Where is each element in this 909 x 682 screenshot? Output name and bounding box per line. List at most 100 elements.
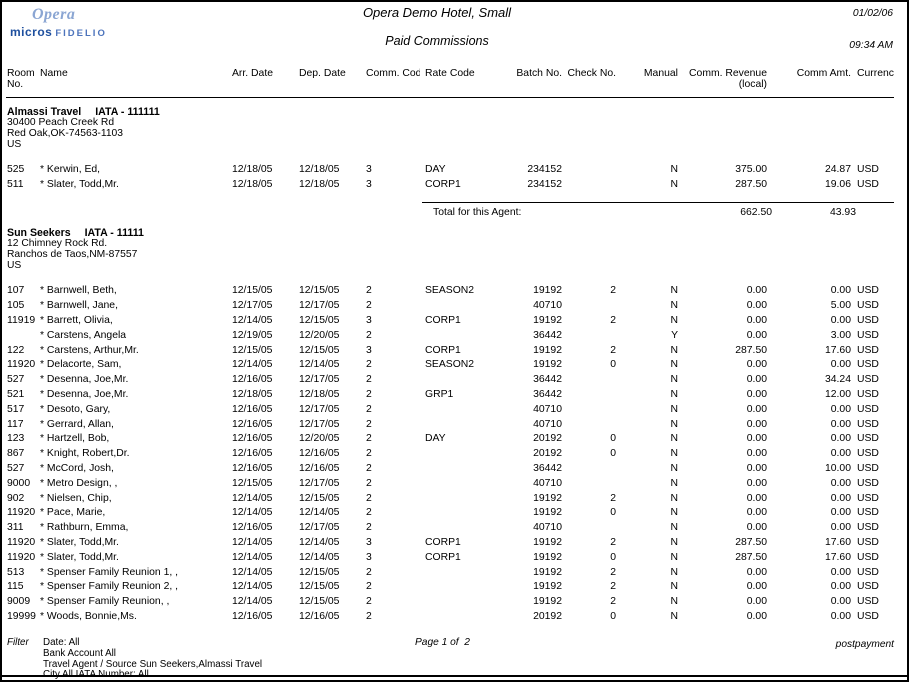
cell-arr-date: 12/14/05 xyxy=(229,358,299,373)
agent-section: Sun SeekersIATA - 1111112 Chimney Rock R… xyxy=(7,227,894,625)
cell-dep-date: 12/16/05 xyxy=(299,462,362,477)
cell-currency: USD xyxy=(851,329,894,344)
cell-guest-name: * Slater, Todd,Mr. xyxy=(40,536,229,551)
cell-comm-revenue: 0.00 xyxy=(682,373,767,388)
cell-dep-date: 12/17/05 xyxy=(299,418,362,433)
cell-rate-code xyxy=(420,521,513,536)
cell-manual-flag: N xyxy=(621,178,682,193)
cell-comm-revenue: 0.00 xyxy=(682,418,767,433)
cell-comm-amount: 0.00 xyxy=(767,418,851,433)
cell-currency: USD xyxy=(851,521,894,536)
cell-currency: USD xyxy=(851,506,894,521)
cell-comm-amount: 34.24 xyxy=(767,373,851,388)
cell-manual-flag: N xyxy=(621,403,682,418)
cell-comm-code: 2 xyxy=(362,447,420,462)
cell-manual-flag: N xyxy=(621,536,682,551)
cell-room-no: 117 xyxy=(7,418,40,433)
cell-comm-amount: 0.00 xyxy=(767,284,851,299)
cell-guest-name: * Gerrard, Allan, xyxy=(40,418,229,433)
cell-comm-code: 2 xyxy=(362,610,420,625)
cell-batch-no: 40710 xyxy=(513,521,565,536)
cell-rate-code xyxy=(420,580,513,595)
cell-batch-no: 19192 xyxy=(513,595,565,610)
cell-manual-flag: N xyxy=(621,521,682,536)
commission-row: 105* Barnwell, Jane,12/17/0512/17/052407… xyxy=(7,299,894,314)
cell-comm-amount: 5.00 xyxy=(767,299,851,314)
cell-arr-date: 12/14/05 xyxy=(229,536,299,551)
cell-guest-name: * Pace, Marie, xyxy=(40,506,229,521)
cell-comm-revenue: 0.00 xyxy=(682,580,767,595)
filter-label: Filter xyxy=(7,638,29,649)
cell-dep-date: 12/15/05 xyxy=(299,580,362,595)
cell-comm-amount: 0.00 xyxy=(767,447,851,462)
cell-guest-name: * Hartzell, Bob, xyxy=(40,432,229,447)
cell-room-no: 122 xyxy=(7,344,40,359)
col-header-comm-code: Comm. Code xyxy=(362,68,420,90)
cell-manual-flag: N xyxy=(621,447,682,462)
cell-check-no: 2 xyxy=(565,492,621,507)
cell-room-no: 902 xyxy=(7,492,40,507)
cell-manual-flag: N xyxy=(621,566,682,581)
cell-dep-date: 12/17/05 xyxy=(299,403,362,418)
cell-manual-flag: N xyxy=(621,492,682,507)
column-headers: Room No. Name Arr. Date Dep. Date Comm. … xyxy=(7,68,894,90)
cell-arr-date: 12/14/05 xyxy=(229,595,299,610)
agent-section: Almassi TravelIATA - 11111130400 Peach C… xyxy=(7,106,894,219)
cell-dep-date: 12/14/05 xyxy=(299,551,362,566)
cell-room-no: 867 xyxy=(7,447,40,462)
cell-check-no: 2 xyxy=(565,284,621,299)
cell-arr-date: 12/14/05 xyxy=(229,551,299,566)
cell-comm-code: 3 xyxy=(362,163,420,178)
cell-rate-code: CORP1 xyxy=(420,344,513,359)
cell-guest-name: * Nielsen, Chip, xyxy=(40,492,229,507)
cell-comm-amount: 0.00 xyxy=(767,403,851,418)
cell-check-no xyxy=(565,373,621,388)
cell-comm-revenue: 287.50 xyxy=(682,536,767,551)
cell-guest-name: * Kerwin, Ed, xyxy=(40,163,229,178)
cell-arr-date: 12/16/05 xyxy=(229,418,299,433)
cell-batch-no: 19192 xyxy=(513,536,565,551)
cell-rate-code: DAY xyxy=(420,163,513,178)
cell-comm-code: 2 xyxy=(362,358,420,373)
report-subtitle: Paid Commissions xyxy=(2,34,872,48)
agent-title: Sun SeekersIATA - 11111 xyxy=(7,227,894,239)
cell-batch-no: 234152 xyxy=(513,178,565,193)
cell-comm-revenue: 0.00 xyxy=(682,506,767,521)
cell-dep-date: 12/14/05 xyxy=(299,536,362,551)
cell-currency: USD xyxy=(851,447,894,462)
cell-room-no: 19999 xyxy=(7,610,40,625)
cell-guest-name: * Desenna, Joe,Mr. xyxy=(40,388,229,403)
report-table: Almassi TravelIATA - 11111130400 Peach C… xyxy=(7,98,894,625)
cell-batch-no: 234152 xyxy=(513,163,565,178)
cell-manual-flag: N xyxy=(621,163,682,178)
cell-room-no: 11919 xyxy=(7,314,40,329)
cell-room-no: 9000 xyxy=(7,477,40,492)
cell-arr-date: 12/15/05 xyxy=(229,477,299,492)
cell-currency: USD xyxy=(851,178,894,193)
cell-comm-revenue: 0.00 xyxy=(682,299,767,314)
cell-dep-date: 12/17/05 xyxy=(299,373,362,388)
cell-room-no: 105 xyxy=(7,299,40,314)
cell-dep-date: 12/15/05 xyxy=(299,566,362,581)
cell-currency: USD xyxy=(851,595,894,610)
cell-comm-amount: 0.00 xyxy=(767,358,851,373)
agent-title: Almassi TravelIATA - 111111 xyxy=(7,106,894,118)
cell-comm-amount: 0.00 xyxy=(767,506,851,521)
cell-comm-revenue: 0.00 xyxy=(682,447,767,462)
cell-dep-date: 12/14/05 xyxy=(299,358,362,373)
cell-comm-revenue: 0.00 xyxy=(682,284,767,299)
agent-address-line: US xyxy=(7,140,894,151)
cell-rate-code xyxy=(420,506,513,521)
filter-line-travel-agent: Travel Agent / Source Sun Seekers,Almass… xyxy=(43,660,894,671)
cell-comm-amount: 0.00 xyxy=(767,595,851,610)
agent-address-line: Red Oak,OK-74563-1103 xyxy=(7,129,894,140)
agent-address-line: US xyxy=(7,261,894,272)
cell-arr-date: 12/16/05 xyxy=(229,462,299,477)
cell-room-no: 9009 xyxy=(7,595,40,610)
commission-row: * Carstens, Angela12/19/0512/20/05236442… xyxy=(7,329,894,344)
cell-room-no xyxy=(7,329,40,344)
cell-batch-no: 20192 xyxy=(513,610,565,625)
cell-comm-revenue: 0.00 xyxy=(682,329,767,344)
cell-arr-date: 12/19/05 xyxy=(229,329,299,344)
cell-guest-name: * Carstens, Arthur,Mr. xyxy=(40,344,229,359)
